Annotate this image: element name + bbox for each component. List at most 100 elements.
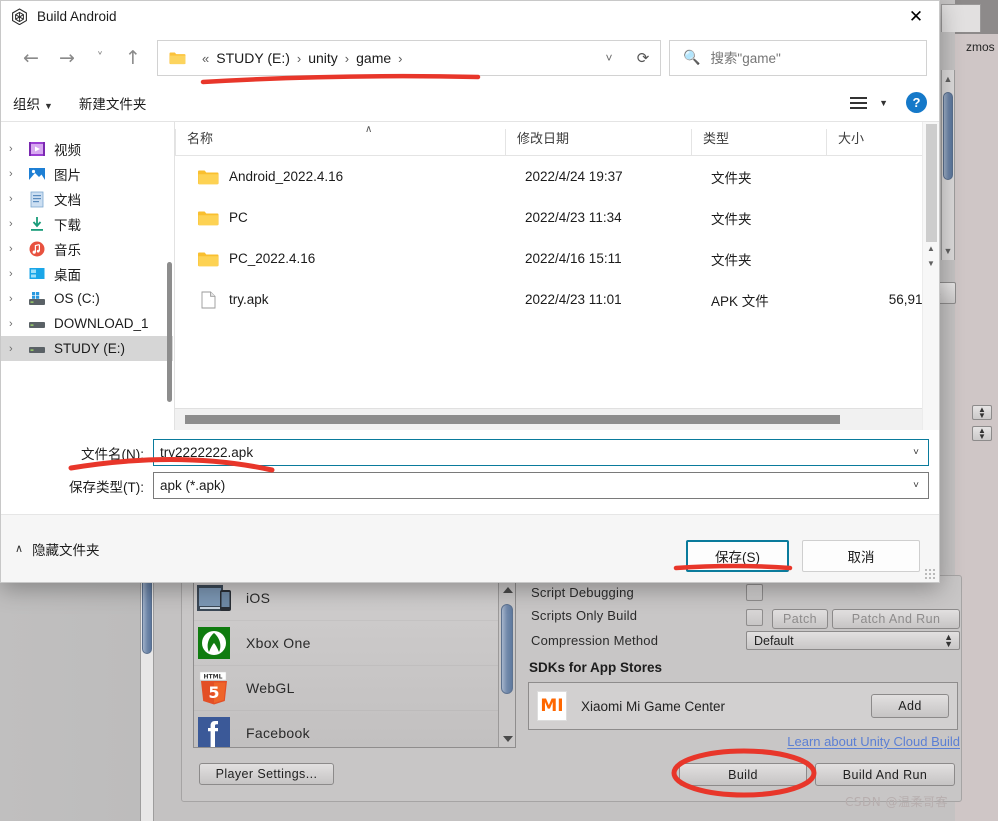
platform-item-ios[interactable]: iOS: [194, 582, 515, 621]
breadcrumb-overflow[interactable]: «: [202, 51, 209, 66]
resize-grip[interactable]: [924, 568, 936, 580]
save-button[interactable]: 保存(S): [686, 540, 789, 572]
sidebar-item-study-e[interactable]: › STUDY (E:): [1, 336, 173, 361]
sidebar-item-download-1[interactable]: › DOWNLOAD_1: [1, 311, 173, 336]
script-debugging-checkbox[interactable]: [746, 584, 763, 601]
list-view-icon[interactable]: [843, 96, 873, 109]
organize-menu[interactable]: 组织 ▼: [13, 93, 53, 113]
chevron-down-icon[interactable]: ˅: [913, 447, 919, 458]
scrollbar-thumb[interactable]: [943, 92, 953, 180]
unity-right-scrollbar[interactable]: ▲ ▼: [941, 70, 955, 260]
triangle-up-icon[interactable]: ▲: [923, 244, 939, 253]
breadcrumb-dropdown-chevron-down-icon[interactable]: ˅: [592, 51, 626, 65]
unity-left-scrollbar[interactable]: [140, 570, 154, 821]
table-row[interactable]: PC 2022/4/23 11:34 文件夹: [175, 197, 939, 238]
scrollbar-thumb[interactable]: [926, 124, 937, 242]
back-arrow-icon[interactable]: ←: [13, 41, 49, 75]
platform-list-scrollbar[interactable]: [498, 582, 515, 747]
folder-icon: [169, 51, 186, 65]
file-name: Android_2022.4.16: [229, 169, 344, 184]
forward-arrow-icon[interactable]: →: [49, 41, 85, 75]
sidebar-item-desktop[interactable]: › 桌面: [1, 261, 173, 286]
compression-method-dropdown[interactable]: Default ▲ ▼: [746, 631, 960, 650]
chevron-right-icon[interactable]: ›: [9, 143, 27, 155]
file-name-input[interactable]: [160, 445, 928, 460]
chevron-right-icon[interactable]: ›: [9, 268, 27, 280]
chevron-right-icon[interactable]: ›: [9, 343, 27, 355]
chevron-down-icon: ▼: [44, 100, 53, 111]
chevron-right-icon[interactable]: ›: [9, 218, 27, 230]
sidebar-item-documents[interactable]: › 文档: [1, 186, 173, 211]
navigation-sidebar[interactable]: › 视频 › 图片 › 文档 › 下载 › 音乐 › 桌面 › OS (C:) …: [1, 122, 174, 430]
sidebar-item-pictures[interactable]: › 图片: [1, 161, 173, 186]
chevron-right-icon[interactable]: ›: [9, 168, 27, 180]
platform-list[interactable]: iOS Xbox One HTML 5 WebGL Facebook: [193, 581, 516, 748]
breadcrumb-item-drive[interactable]: STUDY (E:): [216, 50, 290, 66]
horizontal-scrollbar[interactable]: [175, 408, 939, 430]
chevron-right-icon[interactable]: ›: [9, 243, 27, 255]
chevron-right-icon[interactable]: ›: [398, 51, 402, 66]
editor-stepper-2[interactable]: ▲ ▼: [972, 426, 992, 441]
file-name-label: 文件名(N):: [81, 446, 144, 462]
triangle-up-icon[interactable]: ▲: [942, 74, 954, 84]
column-header-name[interactable]: 名称: [175, 129, 505, 155]
editor-stepper-1[interactable]: ▲ ▼: [972, 405, 992, 420]
view-chevron-down-icon[interactable]: ▼: [875, 98, 898, 108]
scrollbar-thumb[interactable]: [142, 574, 152, 654]
platform-item-webgl[interactable]: HTML 5 WebGL: [194, 666, 515, 711]
ios-icon: [196, 582, 234, 615]
search-box[interactable]: 🔍: [669, 40, 927, 76]
column-header-modified[interactable]: 修改日期: [505, 129, 691, 155]
hide-folders-toggle[interactable]: ∧ 隐藏文件夹: [15, 539, 100, 559]
help-icon[interactable]: ?: [906, 92, 927, 113]
sidebar-item-videos[interactable]: › 视频: [1, 136, 173, 161]
sidebar-item-downloads[interactable]: › 下载: [1, 211, 173, 236]
dialog-title-bar[interactable]: Build Android ✕: [1, 1, 939, 32]
recent-locations-chevron-down-icon[interactable]: ˅: [85, 41, 115, 75]
chevron-right-icon[interactable]: ›: [9, 293, 27, 305]
up-arrow-icon[interactable]: ↑: [115, 41, 151, 75]
build-and-run-button[interactable]: Build And Run: [815, 763, 955, 786]
sidebar-item-os-c[interactable]: › OS (C:): [1, 286, 173, 311]
chevron-right-icon[interactable]: ›: [9, 318, 27, 330]
triangle-down-icon[interactable]: ▼: [942, 246, 954, 256]
scrollbar-thumb[interactable]: [501, 604, 513, 694]
column-header-type[interactable]: 类型: [691, 129, 826, 155]
refresh-icon[interactable]: ⟳: [626, 49, 660, 67]
save-type-dropdown[interactable]: apk (*.apk) ˅: [153, 472, 929, 499]
breadcrumb-item-unity[interactable]: unity: [308, 50, 338, 66]
unity-cloud-build-link[interactable]: Learn about Unity Cloud Build: [787, 734, 960, 749]
add-sdk-button[interactable]: Add: [871, 694, 949, 718]
platform-item-xbox-one[interactable]: Xbox One: [194, 621, 515, 666]
breadcrumb-item-game[interactable]: game: [356, 50, 391, 66]
chevron-right-icon[interactable]: ›: [9, 193, 27, 205]
scrollbar-thumb[interactable]: [185, 415, 840, 424]
triangle-up-icon[interactable]: [503, 587, 513, 593]
file-rows: Android_2022.4.16 2022/4/24 19:37 文件夹 PC…: [175, 156, 939, 408]
sidebar-scrollbar[interactable]: [167, 262, 172, 402]
table-row[interactable]: Android_2022.4.16 2022/4/24 19:37 文件夹: [175, 156, 939, 197]
patch-button[interactable]: Patch: [772, 609, 828, 629]
chevron-right-icon[interactable]: ›: [345, 51, 349, 66]
file-list-scrollbar[interactable]: ▲ ▼: [922, 122, 939, 430]
sidebar-item-label: 音乐: [54, 242, 81, 258]
triangle-down-icon[interactable]: ▼: [923, 259, 939, 268]
table-row[interactable]: try.apk 2022/4/23 11:01 APK 文件 56,916: [175, 279, 939, 320]
table-row[interactable]: PC_2022.4.16 2022/4/16 15:11 文件夹: [175, 238, 939, 279]
close-icon[interactable]: ✕: [893, 1, 939, 32]
cancel-button[interactable]: 取消: [802, 540, 920, 572]
sidebar-item-music[interactable]: › 音乐: [1, 236, 173, 261]
patch-and-run-button[interactable]: Patch And Run: [832, 609, 960, 629]
chevron-down-icon[interactable]: ˅: [913, 480, 919, 491]
search-input[interactable]: [710, 50, 911, 66]
player-settings-button[interactable]: Player Settings...: [199, 763, 334, 785]
build-button[interactable]: Build: [679, 763, 807, 786]
chevron-right-icon[interactable]: ›: [297, 51, 301, 66]
triangle-down-icon[interactable]: [503, 736, 513, 742]
new-folder-button[interactable]: 新建文件夹: [79, 93, 147, 113]
platform-item-facebook[interactable]: Facebook: [194, 711, 515, 747]
breadcrumb[interactable]: « STUDY (E:) › unity › game › ˅ ⟳: [157, 40, 661, 76]
file-name-field[interactable]: ˅: [153, 439, 929, 466]
scripts-only-build-checkbox[interactable]: [746, 609, 763, 626]
unity-tab-strip[interactable]: [941, 4, 981, 32]
